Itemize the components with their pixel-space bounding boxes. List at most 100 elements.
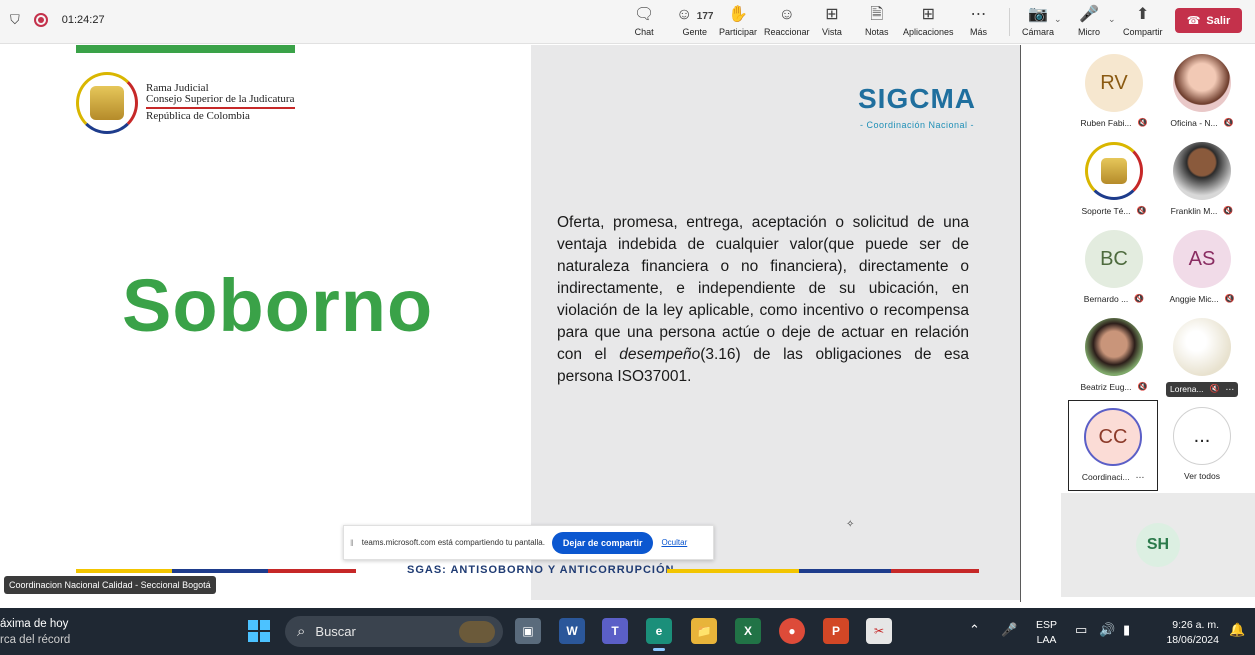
- cursor-icon: ✧: [846, 519, 855, 530]
- screen-share-notice: ‖ teams.microsoft.com está compartiendo …: [343, 525, 714, 560]
- system-clock[interactable]: 9:26 a. m. 18/06/2024: [1155, 618, 1219, 648]
- mic-button[interactable]: 🎤 Micro: [1078, 5, 1100, 37]
- mic-off-icon: 🔇: [1137, 382, 1148, 391]
- slide-top-bar: [76, 45, 295, 53]
- battery-icon[interactable]: ▮: [1123, 622, 1130, 638]
- avatar: RV: [1085, 54, 1143, 112]
- participant-tile[interactable]: BC Bernardo ... 🔇: [1069, 223, 1159, 311]
- colombia-crest-icon: [76, 72, 138, 134]
- leave-button[interactable]: ☎ Salir: [1175, 8, 1242, 33]
- avatar: AS: [1173, 230, 1231, 288]
- snipping-tool-icon[interactable]: ✂: [866, 618, 892, 644]
- excel-icon[interactable]: X: [735, 618, 761, 644]
- hide-link[interactable]: Ocultar: [661, 538, 687, 547]
- meeting-status: ⛉ 01:24:27: [10, 12, 105, 28]
- active-speaker-tile[interactable]: SH: [1061, 493, 1255, 597]
- task-view-icon[interactable]: ▣: [515, 618, 541, 644]
- weather-widget[interactable]: áxima de hoy rca del récord: [0, 616, 70, 648]
- phone-hangup-icon: ☎: [1186, 15, 1201, 27]
- recording-icon: [33, 13, 48, 27]
- mic-off-icon: 🔇: [1209, 384, 1220, 393]
- teams-icon[interactable]: T: [602, 618, 628, 644]
- participants-panel: RV Ruben Fabi... 🔇 Oficina - N... 🔇 Soport…: [1021, 45, 1255, 602]
- mic-off-icon: 🔇: [1136, 206, 1147, 215]
- stop-sharing-button[interactable]: Dejar de compartir: [551, 531, 654, 554]
- raise-hand-button[interactable]: ✋ Participar: [719, 5, 757, 37]
- notifications-icon[interactable]: 🔔: [1229, 622, 1245, 638]
- meeting-timer: 01:24:27: [61, 14, 105, 26]
- view-all-button[interactable]: ... Ver todos: [1157, 400, 1247, 488]
- participant-tile[interactable]: Franklin M... 🔇: [1157, 135, 1247, 223]
- participant-tile[interactable]: Soporte Té... 🔇: [1069, 135, 1159, 223]
- smile-icon: ☺: [778, 6, 795, 23]
- windows-taskbar: áxima de hoy rca del récord ⌕ Buscar ▣ W…: [0, 608, 1255, 655]
- windows-start-icon[interactable]: [248, 620, 270, 642]
- avatar: [1173, 54, 1231, 112]
- file-explorer-icon[interactable]: 📁: [691, 618, 717, 644]
- mic-off-icon: 🔇: [1134, 294, 1145, 303]
- camera-off-icon: 📷: [1028, 6, 1048, 23]
- mic-off-icon: 🎤: [1079, 6, 1099, 23]
- participant-tile[interactable]: AS Anggie Mic... 🔇: [1157, 223, 1247, 311]
- hand-icon: ✋: [728, 6, 748, 23]
- mic-off-icon: 🔇: [1224, 294, 1235, 303]
- people-icon: ☺ 177: [676, 6, 714, 23]
- plus-icon: ⊞: [921, 6, 935, 23]
- avatar: CC: [1084, 408, 1142, 466]
- chat-button[interactable]: 🗨 Chat: [634, 5, 654, 37]
- chrome-icon[interactable]: ●: [779, 618, 805, 644]
- presentation-slide: Rama Judicial Consejo Superior de la Jud…: [36, 45, 1020, 600]
- input-language[interactable]: ESP LAA: [1036, 618, 1057, 648]
- toolbar-divider: [1009, 8, 1010, 36]
- chevron-up-icon[interactable]: ⌃: [969, 622, 980, 638]
- chat-icon: 🗨: [634, 6, 655, 23]
- avatar: [1085, 318, 1143, 376]
- powerpoint-icon[interactable]: P: [823, 618, 849, 644]
- avatar: SH: [1136, 523, 1180, 567]
- taskbar-search[interactable]: ⌕ Buscar: [285, 616, 503, 647]
- volume-icon[interactable]: 🔊: [1099, 622, 1115, 638]
- more-button[interactable]: ⋯ Más: [970, 5, 987, 37]
- participant-tile[interactable]: RV Ruben Fabi... 🔇: [1069, 47, 1159, 135]
- shield-icon: ⛉: [10, 12, 20, 27]
- participant-tile[interactable]: Lorena... 🔇 ⋯: [1157, 311, 1247, 399]
- slide-title: Soborno: [122, 264, 434, 347]
- people-button[interactable]: ☺ 177 Gente: [676, 5, 713, 37]
- footer-flag-right: [667, 569, 979, 573]
- shared-screen: Rama Judicial Consejo Superior de la Jud…: [0, 45, 1020, 605]
- edge-icon[interactable]: e: [646, 618, 672, 651]
- camera-options-chevron-icon[interactable]: ⌄: [1054, 14, 1062, 25]
- share-button[interactable]: ⬆ Compartir: [1123, 5, 1163, 37]
- avatar: BC: [1085, 230, 1143, 288]
- camera-button[interactable]: 📷 Cámara: [1022, 5, 1054, 37]
- avatar: [1173, 318, 1231, 376]
- mic-off-icon: 🔇: [1223, 206, 1234, 215]
- drag-handle-icon[interactable]: ‖: [350, 538, 354, 548]
- participant-tile[interactable]: Beatriz Eug... 🔇: [1069, 311, 1159, 399]
- word-icon[interactable]: W: [559, 618, 585, 644]
- org-header: Rama Judicial Consejo Superior de la Jud…: [146, 82, 295, 122]
- more-options-icon: ⋯: [1225, 384, 1235, 394]
- notes-button[interactable]: 🗎 Notas: [865, 5, 889, 37]
- footer-flag-left: [76, 569, 356, 573]
- presenter-caption: Coordinacion Nacional Calidad - Secciona…: [4, 576, 216, 594]
- grid-icon: ⊞: [825, 6, 839, 23]
- participant-tile-selected[interactable]: CC Coordinaci... ⋯: [1068, 400, 1158, 491]
- definition-text: Oferta, promesa, entrega, aceptación o s…: [557, 214, 970, 385]
- more-options-icon: ⋯: [1135, 472, 1145, 482]
- display-icon[interactable]: ▭: [1075, 622, 1087, 638]
- mic-off-icon: 🔇: [1223, 118, 1234, 127]
- mic-options-chevron-icon[interactable]: ⌄: [1108, 14, 1116, 25]
- apps-button[interactable]: ⊞ Aplicaciones: [903, 5, 954, 37]
- search-icon: ⌕: [297, 623, 306, 640]
- view-button[interactable]: ⊞ Vista: [822, 5, 842, 37]
- react-button[interactable]: ☺ Reaccionar: [764, 5, 810, 37]
- brand-subtitle: - Coordinación Nacional -: [860, 120, 975, 130]
- avatar: [1085, 142, 1143, 200]
- microphone-icon[interactable]: 🎤: [1001, 622, 1017, 638]
- participant-tile[interactable]: Oficina - N... 🔇: [1157, 47, 1247, 135]
- brand-logo: SIGCMA: [858, 83, 976, 114]
- more-icon: ...: [1173, 407, 1231, 465]
- notes-icon: 🗎: [870, 6, 884, 23]
- avatar: [1173, 142, 1231, 200]
